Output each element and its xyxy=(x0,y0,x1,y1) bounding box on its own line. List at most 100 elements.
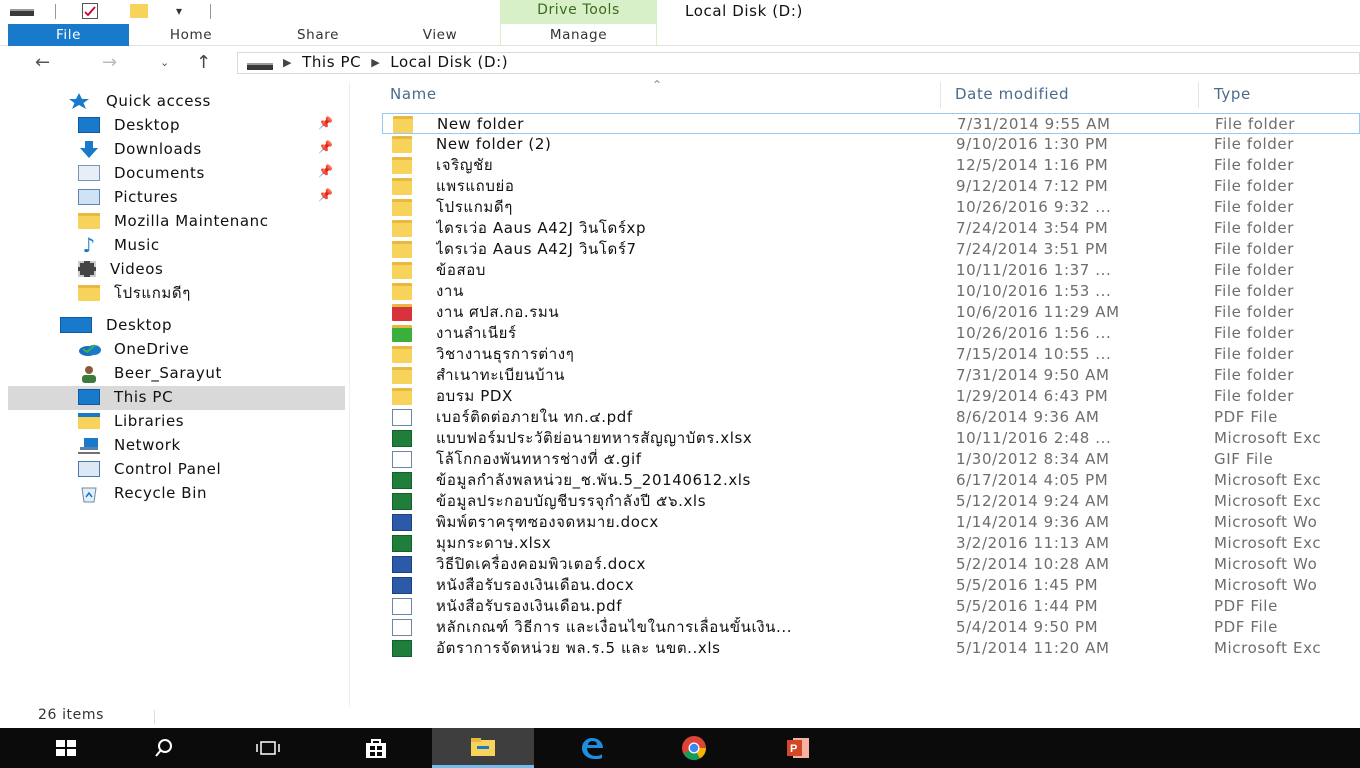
nav-item-user[interactable]: Beer_Sarayut xyxy=(78,362,222,384)
nav-label: Recycle Bin xyxy=(114,484,208,502)
nav-item-documents[interactable]: Documents xyxy=(78,162,205,184)
new-folder-icon[interactable] xyxy=(130,4,148,18)
file-row[interactable]: งาน 10/10/2016 1:53 ... File folder xyxy=(382,281,1360,302)
pictures-icon xyxy=(78,189,100,205)
up-arrow-icon[interactable]: ↑ xyxy=(196,52,212,73)
breadcrumb-this-pc[interactable]: This PC xyxy=(302,53,361,71)
nav-item-music[interactable]: ♪ Music xyxy=(78,234,160,256)
nav-item-recycle-bin[interactable]: Recycle Bin xyxy=(78,482,207,504)
pin-icon[interactable]: 📌 xyxy=(318,188,334,202)
file-explorer-icon[interactable] xyxy=(432,728,534,768)
file-row[interactable]: อบรม PDX 1/29/2014 6:43 PM File folder xyxy=(382,386,1360,407)
file-name: หลักเกณฑ์ วิธีการ และเงื่อนไขในการเลื่อน… xyxy=(436,618,793,636)
file-name: วิชางานธุรการต่างๆ xyxy=(436,345,575,363)
start-windows-icon[interactable] xyxy=(36,728,96,768)
file-row[interactable]: หนังสือรับรองเงินเดือน.docx 5/5/2016 1:45… xyxy=(382,575,1360,596)
nav-item-programs[interactable]: โปรแกมดีๆ xyxy=(78,282,191,304)
breadcrumb-local-disk[interactable]: Local Disk (D:) xyxy=(390,53,508,71)
file-type: Microsoft Exc xyxy=(1214,492,1322,510)
column-header-type[interactable]: Type xyxy=(1214,85,1251,103)
file-row[interactable]: ไดรเว่อ Aaus A42J วินโดร์7 7/24/2014 3:51… xyxy=(382,239,1360,260)
desktop-icon xyxy=(78,117,100,133)
file-date-modified: 5/12/2014 9:24 AM xyxy=(956,492,1110,510)
tab-share[interactable]: Share xyxy=(278,24,358,46)
file-row[interactable]: แบบฟอร์มประวัติย่อนายทหารสัญญาบัตร.xlsx 1… xyxy=(382,428,1360,449)
nav-item-this-pc[interactable]: This PC xyxy=(78,386,173,408)
file-type: File folder xyxy=(1214,303,1295,321)
nav-item-downloads[interactable]: Downloads xyxy=(78,138,202,160)
file-row[interactable]: หลักเกณฑ์ วิธีการ และเงื่อนไขในการเลื่อน… xyxy=(382,617,1360,638)
file-row[interactable]: โปรแกมดีๆ 10/26/2016 9:32 ... File folder xyxy=(382,197,1360,218)
file-row[interactable]: ไดรเว่อ Aaus A42J วินโดร์xp 7/24/2014 3:5… xyxy=(382,218,1360,239)
file-type: File folder xyxy=(1214,177,1295,195)
column-header-date[interactable]: Date modified xyxy=(955,85,1069,103)
file-type: File folder xyxy=(1214,324,1295,342)
file-row[interactable]: งานลำเนียร์ 10/26/2016 1:56 ... File folde… xyxy=(382,323,1360,344)
file-row[interactable]: เจริญชัย 12/5/2014 1:16 PM File folder xyxy=(382,155,1360,176)
chrome-icon[interactable] xyxy=(664,728,724,768)
tab-view[interactable]: View xyxy=(400,24,480,46)
file-type: File folder xyxy=(1214,261,1295,279)
nav-item-mozilla[interactable]: Mozilla Maintenanc xyxy=(78,210,269,232)
file-name: พิมพ์ตราครุฑซองจดหมาย.docx xyxy=(436,513,659,531)
file-type: File folder xyxy=(1215,115,1296,133)
file-row[interactable]: อัตราการจัดหน่วย พล.ร.5 และ นขต..xls 5/1/… xyxy=(382,638,1360,659)
powerpoint-icon[interactable]: P xyxy=(768,728,828,768)
file-row[interactable]: โล้โกกองพันทหารช่างที่ ๕.gif 1/30/2012 8:… xyxy=(382,449,1360,470)
file-row[interactable]: พิมพ์ตราครุฑซองจดหมาย.docx 1/14/2014 9:36… xyxy=(382,512,1360,533)
pin-icon[interactable]: 📌 xyxy=(318,164,334,178)
edge-icon[interactable] xyxy=(562,728,622,768)
folder-icon xyxy=(392,346,412,363)
nav-item-desktop[interactable]: Desktop xyxy=(78,114,180,136)
file-row[interactable]: แพรแถบย่อ 9/12/2014 7:12 PM File folder xyxy=(382,176,1360,197)
column-divider[interactable] xyxy=(1198,82,1199,108)
drive-icon xyxy=(247,62,273,70)
file-row[interactable]: New folder (2) 9/10/2016 1:30 PM File fold… xyxy=(382,134,1360,155)
file-date-modified: 7/31/2014 9:50 AM xyxy=(956,366,1110,384)
nav-item-control-panel[interactable]: Control Panel xyxy=(78,458,221,480)
pin-icon[interactable]: 📌 xyxy=(318,140,334,154)
nav-label: OneDrive xyxy=(114,340,190,358)
file-row[interactable]: งาน ศปส.กอ.รมน 10/6/2016 11:29 AM File fol… xyxy=(382,302,1360,323)
task-view-icon[interactable] xyxy=(238,728,298,768)
nav-desktop[interactable]: Desktop xyxy=(60,314,172,336)
file-row[interactable]: ข้อสอบ 10/11/2016 1:37 ... File folder xyxy=(382,260,1360,281)
file-row[interactable]: ข้อมูลกำลังพลหน่วย_ช.พัน.5_20140612.xls 6… xyxy=(382,470,1360,491)
forward-arrow-icon[interactable]: → xyxy=(102,52,118,73)
file-row[interactable]: สำเนาทะเบียนบ้าน 7/31/2014 9:50 AM File fo… xyxy=(382,365,1360,386)
chevron-right-icon[interactable]: ▶ xyxy=(283,56,292,69)
file-row[interactable]: เบอร์ติดต่อภายใน ทก.๔.pdf 8/6/2014 9:36 A… xyxy=(382,407,1360,428)
file-row[interactable]: ข้อมูลประกอบบัญชีบรรจุกำลังปี ๕๖.xls 5/12… xyxy=(382,491,1360,512)
recycle-bin-icon xyxy=(78,485,100,503)
file-date-modified: 7/24/2014 3:54 PM xyxy=(956,219,1109,237)
store-icon[interactable] xyxy=(346,728,406,768)
recent-locations-icon[interactable]: ⌄ xyxy=(160,56,170,69)
nav-item-libraries[interactable]: Libraries xyxy=(78,410,184,432)
search-icon[interactable] xyxy=(134,728,194,768)
pin-icon[interactable]: 📌 xyxy=(318,116,334,130)
column-divider[interactable] xyxy=(940,82,941,108)
file-row[interactable]: มุมกระดาษ.xlsx 3/2/2016 11:13 AM Microsoft… xyxy=(382,533,1360,554)
nav-item-onedrive[interactable]: OneDrive xyxy=(78,338,189,360)
file-type: Microsoft Exc xyxy=(1214,534,1322,552)
file-type: Microsoft Exc xyxy=(1214,639,1322,657)
chevron-right-icon[interactable]: ▶ xyxy=(371,56,380,69)
file-row[interactable]: New folder 7/31/2014 9:55 AM File folder xyxy=(382,113,1360,134)
nav-quick-access[interactable]: Quick access xyxy=(66,90,211,112)
properties-icon[interactable] xyxy=(82,3,98,19)
file-row[interactable]: วิชางานธุรการต่างๆ 7/15/2014 10:55 ... Fil… xyxy=(382,344,1360,365)
nav-item-videos[interactable]: Videos xyxy=(78,258,163,280)
file-row[interactable]: หนังสือรับรองเงินเดือน.pdf 5/5/2016 1:44 … xyxy=(382,596,1360,617)
file-name: New folder xyxy=(437,115,525,133)
file-name: หนังสือรับรองเงินเดือน.pdf xyxy=(436,597,623,615)
tab-home[interactable]: Home xyxy=(150,24,232,46)
column-header-name[interactable]: Name xyxy=(390,85,437,103)
tab-file[interactable]: File xyxy=(8,24,129,46)
back-arrow-icon[interactable]: ← xyxy=(35,52,51,73)
nav-item-pictures[interactable]: Pictures xyxy=(78,186,178,208)
customize-qat-icon[interactable]: ▾ xyxy=(176,4,183,18)
nav-item-network[interactable]: Network xyxy=(78,434,181,456)
file-row[interactable]: วิธีปิดเครื่องคอมพิวเตอร์.docx 5/2/2014 1… xyxy=(382,554,1360,575)
folder-icon xyxy=(392,157,412,174)
tab-manage[interactable]: Manage xyxy=(500,24,657,46)
